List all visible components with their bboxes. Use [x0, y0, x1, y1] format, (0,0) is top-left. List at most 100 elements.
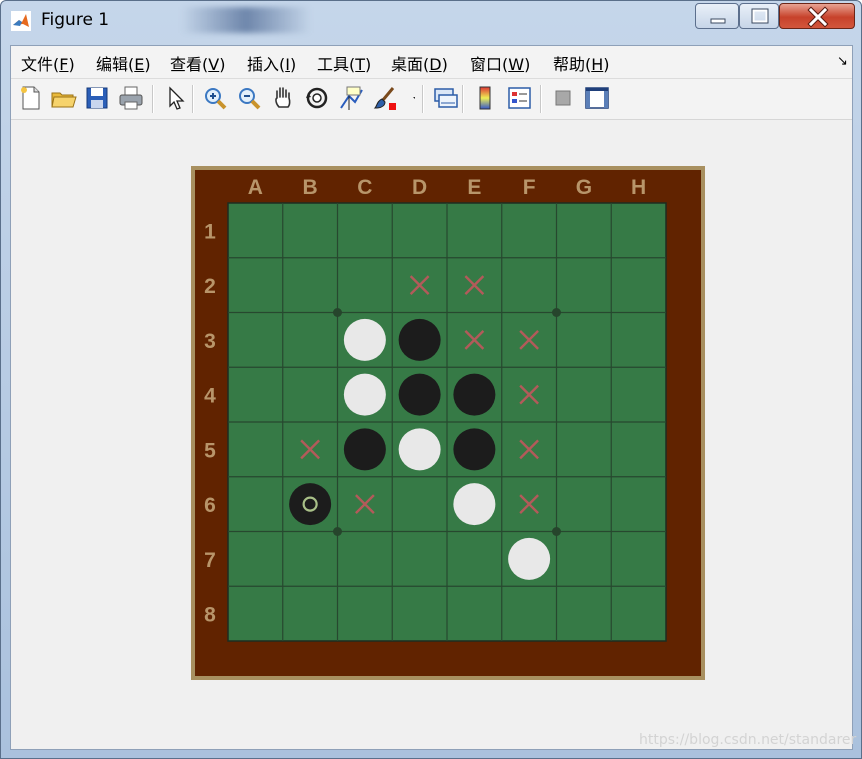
menu-label: 编辑( — [96, 55, 135, 74]
menu-label-end: ) — [524, 55, 531, 74]
title-bar[interactable]: Figure 1 — [1, 1, 861, 39]
white-piece-c3[interactable] — [343, 318, 386, 361]
data-cursor-icon — [340, 86, 363, 110]
column-label-b: B — [303, 176, 318, 199]
zoom-in-icon — [205, 88, 227, 110]
black-piece-d3[interactable] — [398, 318, 441, 361]
menu-label: 查看( — [170, 55, 209, 74]
save-icon — [86, 87, 108, 109]
figure-toolbar — [11, 79, 852, 120]
show-plot-tools-icon — [585, 87, 609, 109]
menu-label: 窗口( — [470, 55, 509, 74]
menu-label-end: ) — [68, 55, 75, 74]
figure-canvas[interactable]: A B C D E F G H 1 2 3 4 5 6 7 8 https://blog.csdn.net/s… — [11, 120, 856, 749]
row-label-7: 7 — [204, 549, 216, 572]
legend-icon — [508, 87, 531, 109]
menu-label: 文件( — [21, 55, 60, 74]
hide-plot-tools-icon — [555, 90, 571, 106]
black-piece-e4[interactable] — [453, 373, 496, 416]
new-figure-button[interactable] — [16, 84, 44, 112]
black-piece-e5[interactable] — [453, 428, 496, 471]
colorbar-icon — [479, 86, 491, 110]
column-label-c: C — [357, 176, 372, 199]
menu-item-v[interactable]: 查看(V) — [170, 51, 225, 75]
white-piece-d5[interactable] — [398, 428, 441, 471]
rotate-3d-button[interactable] — [303, 84, 331, 112]
title-blur — [181, 7, 311, 33]
zoom-out-icon — [239, 88, 261, 110]
pan-hand-button[interactable] — [269, 84, 297, 112]
menu-bar: 文件(F) 编辑(E) 查看(V) 插入(I) 工具(T) 桌面(D) 窗口(W) 帮助(H)… — [11, 46, 852, 79]
toolbar-separator — [192, 85, 194, 113]
open-file-button[interactable] — [49, 84, 77, 112]
menu-label: 桌面( — [391, 55, 430, 74]
menu-accelerator-key: T — [355, 55, 366, 74]
link-plot-icon — [434, 88, 458, 108]
print-button[interactable] — [117, 84, 145, 112]
menu-accelerator-key: D — [429, 55, 442, 74]
close-button[interactable] — [779, 3, 855, 29]
menu-label-end: ) — [289, 55, 297, 74]
print-icon — [119, 86, 143, 110]
menu-item-t[interactable]: 工具(T) — [317, 51, 371, 75]
white-piece-e6[interactable] — [453, 483, 496, 526]
link-plot-button[interactable] — [431, 84, 459, 112]
row-label-5: 5 — [204, 439, 216, 462]
open-file-icon — [51, 92, 77, 108]
brush-button[interactable] — [371, 84, 399, 112]
black-piece-d4[interactable] — [398, 373, 441, 416]
menu-label-end: ) — [441, 55, 448, 74]
menu-label-end: ) — [219, 55, 226, 74]
client-area: 文件(F) 编辑(E) 查看(V) 插入(I) 工具(T) 桌面(D) 窗口(W) 帮助(H)… — [10, 45, 856, 750]
column-label-f: F — [523, 176, 536, 199]
dock-arrow-icon[interactable]: ↘ — [837, 54, 848, 69]
row-label-3: 3 — [204, 330, 216, 353]
menu-item-i[interactable]: 插入(I) — [247, 51, 296, 75]
menu-item-d[interactable]: 桌面(D) — [391, 51, 448, 75]
menu-accelerator-key: W — [508, 55, 525, 74]
row-label-8: 8 — [204, 604, 216, 627]
pan-hand-icon — [275, 87, 291, 108]
white-piece-f7[interactable] — [508, 537, 551, 580]
menu-accelerator-key: H — [591, 55, 604, 74]
row-label-6: 6 — [204, 494, 216, 517]
rotate-3d-icon — [306, 87, 328, 109]
hide-plot-tools-button[interactable] — [549, 84, 577, 112]
star-point — [333, 308, 342, 317]
colorbar-button[interactable] — [471, 84, 499, 112]
menu-item-h[interactable]: 帮助(H) — [553, 51, 610, 75]
row-label-2: 2 — [204, 275, 216, 298]
star-point — [552, 527, 561, 536]
brush-dropdown-icon — [413, 97, 421, 101]
column-label-a: A — [248, 176, 263, 199]
figure-window: Figure 1 文件(F) 编辑(E) 查看(V) 插入(I) 工具(T) 桌面(D) 窗… — [0, 0, 862, 759]
zoom-in-button[interactable] — [201, 84, 229, 112]
minimize-button[interactable] — [695, 3, 739, 29]
star-point — [333, 527, 342, 536]
star-point — [552, 308, 561, 317]
brush-dropdown-button[interactable] — [403, 84, 421, 112]
edit-plot-arrow-icon — [169, 86, 185, 110]
legend-button[interactable] — [505, 84, 533, 112]
othello-board[interactable]: A B C D E F G H 1 2 3 4 5 6 7 8 — [191, 166, 705, 680]
menu-label-end: ) — [365, 55, 372, 74]
white-piece-c4[interactable] — [343, 373, 386, 416]
zoom-out-button[interactable] — [235, 84, 263, 112]
black-piece-c5[interactable] — [343, 428, 386, 471]
maximize-icon — [751, 8, 769, 24]
row-label-4: 4 — [204, 385, 216, 408]
toolbar-separator — [422, 85, 424, 113]
black-piece-b6[interactable] — [289, 483, 332, 526]
save-button[interactable] — [83, 84, 111, 112]
data-cursor-button[interactable] — [337, 84, 365, 112]
menu-item-e[interactable]: 编辑(E) — [96, 51, 151, 75]
menu-label-end: ) — [603, 55, 610, 74]
menu-item-f[interactable]: 文件(F) — [21, 51, 75, 75]
menu-accelerator-key: E — [134, 55, 145, 74]
toolbar-separator — [152, 85, 154, 113]
maximize-button[interactable] — [739, 3, 779, 29]
row-label-1: 1 — [204, 220, 216, 243]
menu-item-w[interactable]: 窗口(W) — [470, 51, 530, 75]
edit-plot-arrow-button[interactable] — [161, 84, 189, 112]
show-plot-tools-button[interactable] — [583, 84, 611, 112]
